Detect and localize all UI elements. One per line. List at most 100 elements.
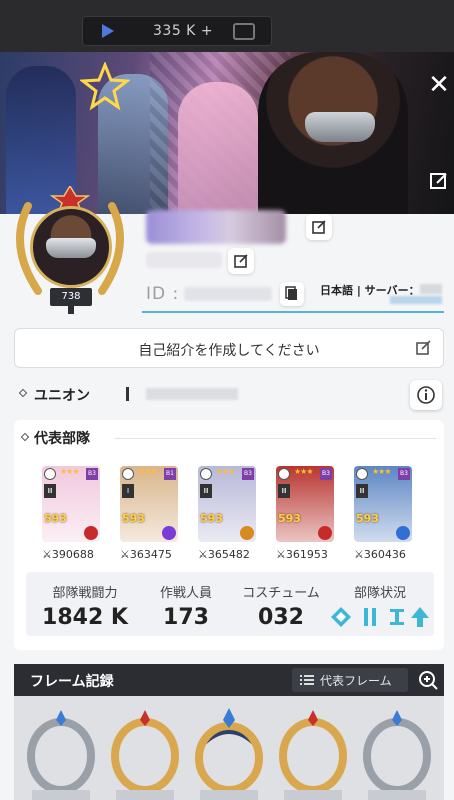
union-label: ユニオン [34,388,90,404]
stat-costume: コスチューム 032 [236,582,326,630]
pillar-icon [364,608,376,626]
stat-label: コスチューム [242,586,320,601]
frame-silver[interactable] [22,706,100,800]
divider [126,387,129,401]
squad-member[interactable]: Ⅲ ★★★ B3 593 ⚔361953 [276,466,334,561]
banner-edit-icon[interactable] [428,170,450,192]
frame-gold[interactable] [274,706,352,800]
stat-operators: 作戦人員 173 [146,582,226,630]
bullet-diamond-icon [20,432,30,442]
info-icon[interactable] [410,380,442,410]
stat-label: 部隊状況 [353,586,406,601]
element-icon [162,526,176,540]
resource-pill[interactable]: 335 K + [82,16,272,46]
banner-character [178,82,258,222]
rank-icon: Ⅲ [200,484,212,498]
divider [114,438,436,439]
union-row: ユニオン [14,378,444,410]
id-label: ID : [146,284,180,304]
element-icon [396,526,410,540]
member-power: ⚔365482 [198,548,250,561]
frame-gold-winged[interactable] [190,706,268,800]
frame-silver[interactable] [358,706,436,800]
tower-icon [390,609,404,625]
resource-value: 335 K + [153,23,214,39]
code-badge: B3 [86,468,98,480]
stat-value: 173 [163,605,209,630]
close-button[interactable]: ✕ [426,72,452,98]
stat-label: 作戦人員 [159,586,212,601]
frame-record-title: フレーム記録 [30,674,114,690]
subtitle-redacted [146,252,222,268]
squad-member[interactable]: Ⅰ ★★★ B1 593 ⚔363475 [120,466,178,561]
member-power: ⚔390688 [42,548,94,561]
code-badge: B3 [242,468,254,480]
inventory-case-icon[interactable] [233,23,255,40]
bullet-diamond-icon [18,388,28,398]
burst-icon [356,468,368,480]
character-card: Ⅰ ★★★ B1 593 [120,466,178,542]
rank-icon: Ⅲ [356,484,368,498]
character-card: Ⅲ ★★★ B3 593 [198,466,256,542]
union-name-redacted [146,388,238,400]
code-badge: B3 [398,468,410,480]
mask [305,112,375,142]
rank-icon: Ⅲ [278,484,290,498]
stat-label: 部隊戦闘力 [52,586,118,601]
burst-icon [122,468,134,480]
squad-member[interactable]: Ⅲ ★★★ B3 593 ⚔390688 [42,466,100,561]
representative-squad-card: 代表部隊 Ⅲ ★★★ B3 593 ⚔390688 Ⅰ ★★★ B1 593 ⚔… [14,420,444,650]
element-icon [318,526,332,540]
gem-icon [102,24,114,38]
self-intro-placeholder: 自己紹介を作成してください [138,343,320,359]
arrow-icon [411,607,429,627]
frame-record-header: フレーム記録 代表フレーム [14,664,444,696]
server-redacted [420,284,442,294]
nickname-redacted [146,210,286,244]
level-badge: 738 [50,288,92,306]
list-icon [300,675,314,685]
character-card: Ⅲ ★★★ B3 593 [276,466,334,542]
zoom-in-icon[interactable] [416,668,440,692]
character-level: 593 [356,512,379,525]
squad-status-icons [331,607,429,627]
squad-member[interactable]: Ⅲ ★★★ B3 593 ⚔365482 [198,466,256,561]
frame-gold[interactable] [106,706,184,800]
code-badge: B1 [164,468,176,480]
squad-members: Ⅲ ★★★ B3 593 ⚔390688 Ⅰ ★★★ B1 593 ⚔36347… [42,466,434,566]
self-intro-field[interactable]: 自己紹介を作成してください [14,328,444,368]
character-level: 593 [278,512,301,525]
code-badge: B3 [320,468,332,480]
stars-icon: ★★★ [60,467,79,476]
diamond-icon [331,607,351,627]
star-icon [80,62,130,111]
element-icon [84,526,98,540]
server-link-redacted [390,296,442,304]
character-card: Ⅲ ★★★ B3 593 [42,466,100,542]
character-level: 593 [122,512,145,525]
stat-value: 032 [258,605,304,630]
character-card: Ⅲ ★★★ B3 593 [354,466,412,542]
burst-icon [44,468,56,480]
squad-stats: 部隊戦闘力 1842 K 作戦人員 173 コスチューム 032 部隊状況 [26,572,434,636]
stars-icon: ★★★ [138,467,157,476]
burst-icon [278,468,290,480]
character-level: 593 [44,512,67,525]
stars-icon: ★★★ [372,467,391,476]
squad-title: 代表部隊 [34,431,90,447]
squad-member[interactable]: Ⅲ ★★★ B3 593 ⚔360436 [354,466,412,561]
edit-subtitle-icon[interactable] [228,248,254,274]
stat-value: 1842 K [42,605,128,630]
character-level: 593 [200,512,223,525]
copy-icon[interactable] [280,282,304,306]
burst-icon [200,468,212,480]
stars-icon: ★★★ [216,467,235,476]
representative-frame-label: 代表フレーム [320,674,392,688]
stat-squad-status: 部隊状況 [340,582,420,601]
member-power: ⚔363475 [120,548,172,561]
edit-intro-icon[interactable] [415,339,433,357]
id-underline [142,311,444,313]
representative-frame-button[interactable]: 代表フレーム [292,668,408,692]
edit-name-icon[interactable] [306,214,332,240]
stat-squad-power: 部隊戦闘力 1842 K [40,582,130,630]
